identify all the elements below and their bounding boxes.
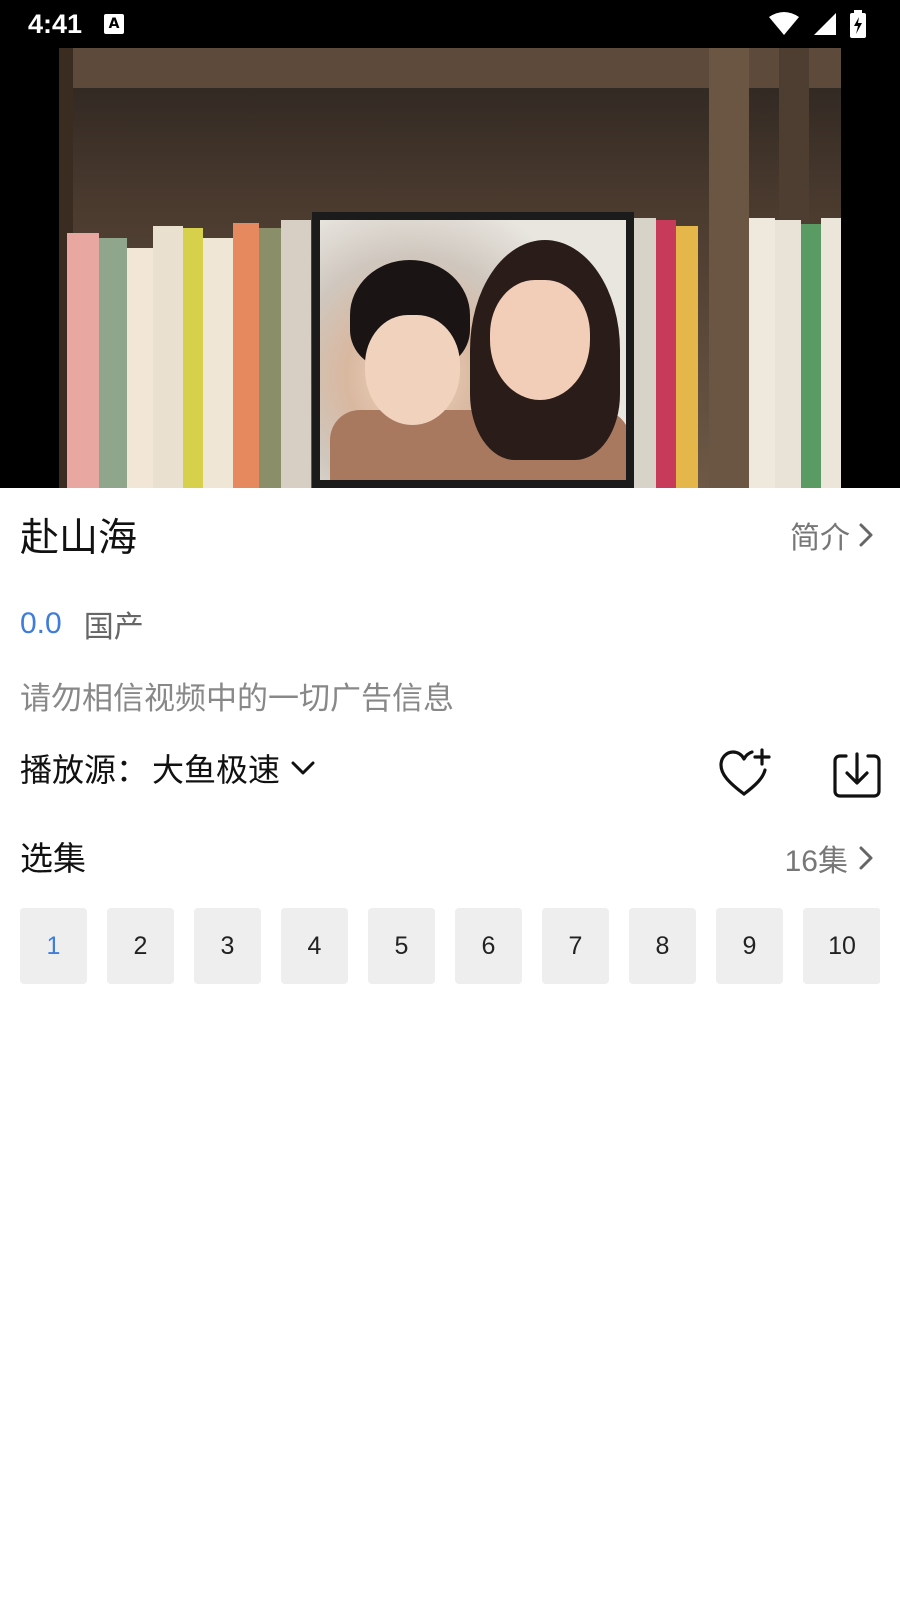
video-book: [183, 228, 203, 488]
video-book: [67, 233, 99, 488]
video-book: [259, 228, 281, 488]
video-book: [153, 226, 183, 488]
video-book: [749, 218, 775, 488]
video-book: [775, 220, 801, 488]
episode-button[interactable]: 4: [281, 908, 348, 984]
status-icons: [768, 10, 866, 38]
video-book: [233, 223, 259, 488]
video-book: [634, 218, 656, 488]
episode-button[interactable]: 8: [629, 908, 696, 984]
episode-button[interactable]: 1: [20, 908, 87, 984]
score: 0.0: [20, 607, 62, 640]
source-selector[interactable]: 播放源： 大鱼极速: [20, 745, 316, 791]
video-book: [656, 220, 676, 488]
chevron-down-icon: [291, 761, 315, 775]
video-frame[interactable]: [59, 48, 841, 488]
video-book: [99, 238, 127, 488]
meta-row: 0.0 国产: [20, 602, 144, 646]
battery-icon: [850, 10, 866, 38]
source-value: 大鱼极速: [152, 751, 281, 789]
episode-button[interactable]: 10: [803, 908, 880, 984]
intro-label: 简介: [790, 521, 850, 556]
chevron-right-icon: [859, 523, 873, 547]
episode-button[interactable]: 9: [716, 908, 783, 984]
episodes-all-link[interactable]: 16集: [785, 836, 874, 880]
wifi-icon: [769, 12, 799, 35]
status-bar: 4:41 A: [0, 0, 900, 48]
episode-list: 1 2 3 4 5 6 7 8 9 10: [20, 908, 880, 984]
download-button[interactable]: [832, 750, 882, 800]
intro-link[interactable]: 简介: [790, 513, 874, 557]
notification-icon: A: [104, 14, 125, 34]
video-photo-frame: [312, 212, 634, 488]
title-row: 赴山海 简介: [20, 505, 880, 565]
episodes-header: 选集 16集: [20, 830, 880, 882]
show-title: 赴山海: [20, 516, 138, 561]
download-icon: [833, 752, 881, 798]
episodes-count: 16集: [784, 845, 848, 878]
ad-notice: 请勿相信视频中的一切广告信息: [20, 681, 454, 717]
region-tag: 国产: [83, 610, 144, 645]
episode-button[interactable]: 3: [194, 908, 261, 984]
video-book: [127, 248, 153, 488]
source-dropdown[interactable]: 大鱼极速: [152, 745, 316, 791]
status-time: 4:41: [28, 8, 83, 39]
video-shelf-post: [709, 48, 749, 488]
episodes-title: 选集: [20, 839, 86, 878]
episode-button[interactable]: 6: [455, 908, 522, 984]
video-figure: [365, 315, 460, 425]
episode-button[interactable]: 5: [368, 908, 435, 984]
video-book: [821, 218, 841, 488]
heart-plus-icon: [719, 748, 771, 796]
video-book: [203, 238, 233, 488]
signal-icon: [814, 13, 836, 35]
video-book: [281, 220, 311, 488]
episode-button[interactable]: 2: [107, 908, 174, 984]
source-label: 播放源：: [20, 751, 149, 789]
video-player[interactable]: [0, 48, 900, 488]
video-figure: [490, 280, 590, 400]
video-book: [676, 226, 698, 488]
video-photo: [320, 220, 626, 480]
chevron-right-icon: [859, 846, 873, 870]
favorite-button[interactable]: [718, 748, 774, 800]
episode-button[interactable]: 7: [542, 908, 609, 984]
video-book: [801, 224, 821, 488]
